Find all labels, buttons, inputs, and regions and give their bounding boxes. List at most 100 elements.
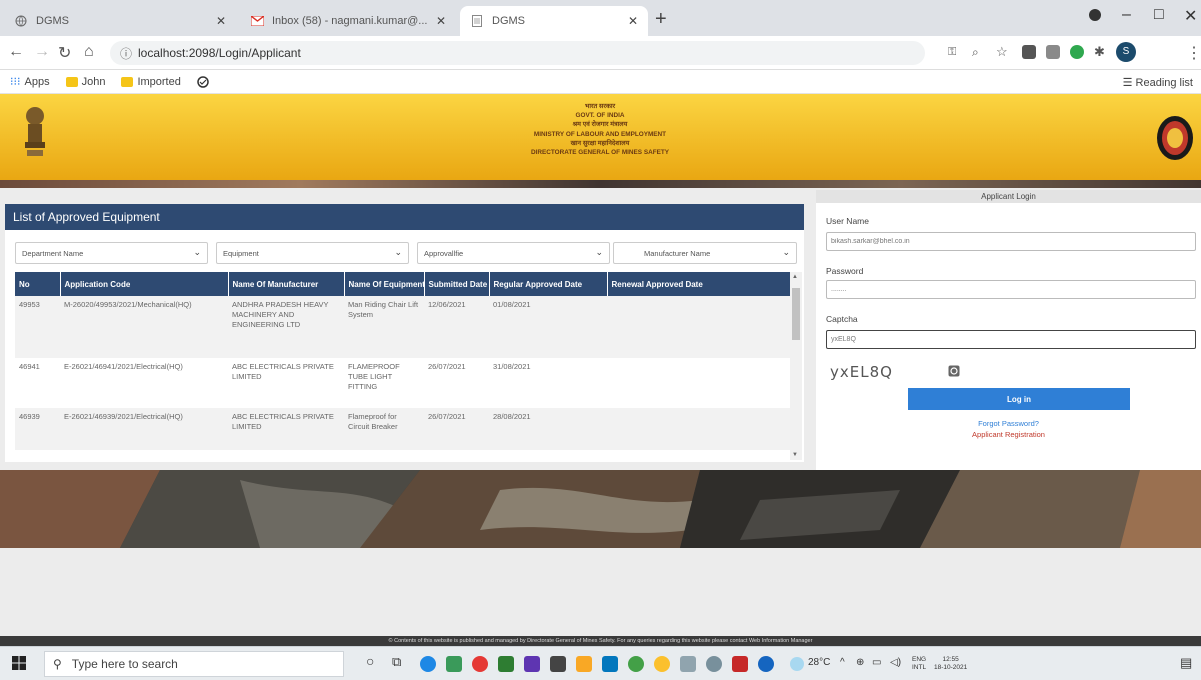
- department-select[interactable]: Department Name ⌄: [15, 242, 208, 264]
- equipment-table-container[interactable]: No Application Code Name Of Manufacturer…: [15, 272, 802, 460]
- header-banner: भारत सरकार GOVT. OF INDIA श्रम एवं रोजगा…: [0, 94, 1201, 180]
- bookmark-john[interactable]: John: [65, 76, 105, 88]
- url-input[interactable]: [138, 46, 639, 60]
- bookmark-imported[interactable]: Imported: [121, 76, 181, 88]
- chrome-icon[interactable]: [654, 656, 670, 672]
- column-header[interactable]: Renewal Approved Date: [607, 272, 791, 296]
- forgot-password-link[interactable]: Forgot Password?: [816, 419, 1201, 428]
- profile-avatar[interactable]: S: [1116, 42, 1136, 62]
- windows-start-icon[interactable]: [12, 656, 26, 670]
- browser-tab-1[interactable]: DGMS ✕: [4, 6, 236, 36]
- minimize-icon[interactable]: –: [1122, 6, 1131, 24]
- browser-tabstrip: DGMS ✕ Inbox (58) - nagmani.kumar@... ✕ …: [0, 0, 1201, 36]
- file-explorer-icon[interactable]: [576, 656, 592, 672]
- table-row[interactable]: 49953 M-26020/49953/2021/Mechanical(HQ) …: [15, 296, 790, 358]
- globe-icon: [14, 14, 28, 28]
- reload-icon[interactable]: ↻: [58, 43, 71, 63]
- visual-studio-icon[interactable]: [524, 656, 540, 672]
- table-row[interactable]: 46939 E-26021/46939/2021/Electrical(HQ) …: [15, 408, 790, 450]
- chevron-down-icon: ⌄: [595, 247, 603, 257]
- login-button[interactable]: Log in: [908, 388, 1130, 410]
- back-icon[interactable]: ←: [8, 43, 24, 61]
- scrollbar-thumb[interactable]: [792, 288, 800, 340]
- tab-search-icon[interactable]: [1088, 8, 1102, 27]
- app-icon[interactable]: [732, 656, 748, 672]
- refresh-captcha-icon[interactable]: [948, 365, 960, 377]
- cortana-icon[interactable]: ○: [366, 653, 374, 669]
- column-header[interactable]: Regular Approved Date: [489, 272, 608, 296]
- store-icon[interactable]: [550, 656, 566, 672]
- maximize-icon[interactable]: □: [1154, 6, 1164, 24]
- column-header[interactable]: Name Of Equipment: [344, 272, 425, 296]
- column-header[interactable]: No: [15, 272, 61, 296]
- settings-icon[interactable]: [706, 656, 722, 672]
- home-icon[interactable]: ⌂: [84, 43, 94, 61]
- weather-icon[interactable]: [790, 657, 804, 671]
- edge-icon[interactable]: [420, 656, 436, 672]
- window-close-icon[interactable]: ✕: [1184, 6, 1197, 26]
- address-bar[interactable]: ⓘ: [110, 41, 925, 65]
- close-icon[interactable]: ✕: [628, 14, 638, 28]
- key-icon[interactable]: ⚿: [948, 46, 956, 59]
- task-view-icon[interactable]: ⧉: [392, 654, 401, 670]
- site-icon: [197, 75, 209, 88]
- app-icon[interactable]: [472, 656, 488, 672]
- bookmark-apps[interactable]: ⁝⁝⁝ Apps: [10, 75, 50, 89]
- password-label: Password: [826, 266, 864, 276]
- site-footer: © Contents of this website is published …: [0, 636, 1201, 646]
- language-indicator[interactable]: ENG INTL: [912, 656, 926, 672]
- browser-tab-2[interactable]: Inbox (58) - nagmani.kumar@... ✕: [240, 6, 456, 36]
- browser-tab-3[interactable]: DGMS ✕: [460, 6, 648, 36]
- table-scrollbar[interactable]: ▲ ▼: [790, 272, 802, 460]
- column-header[interactable]: Application Code: [60, 272, 229, 296]
- weather-temp[interactable]: 28°C: [808, 657, 830, 668]
- manufacturer-select[interactable]: Manufacturer Name ⌄: [613, 242, 797, 264]
- ministry-title: भारत सरकार GOVT. OF INDIA श्रम एवं रोजगा…: [530, 103, 670, 157]
- notification-icon[interactable]: ▤: [1180, 655, 1192, 671]
- taskbar-search[interactable]: ⚲ Type here to search: [44, 651, 344, 677]
- approved-equipment-panel: List of Approved Equipment Department Na…: [5, 204, 804, 462]
- volume-icon[interactable]: ◁): [890, 657, 901, 668]
- scroll-up-icon[interactable]: ▲: [792, 274, 798, 280]
- zoom-icon[interactable]: ⌕: [972, 45, 979, 60]
- clock[interactable]: 12:55 18-10-2021: [934, 656, 967, 672]
- app-icon[interactable]: [680, 656, 696, 672]
- excel-icon[interactable]: [498, 656, 514, 672]
- reading-list[interactable]: ☰ Reading list: [1123, 76, 1193, 89]
- page-icon: [470, 14, 484, 28]
- mail-icon[interactable]: [602, 656, 618, 672]
- extension-icon[interactable]: [1046, 45, 1060, 59]
- column-header[interactable]: Submitted Date: [424, 272, 490, 296]
- equipment-select[interactable]: Equipment ⌄: [216, 242, 409, 264]
- username-field[interactable]: [826, 232, 1196, 251]
- puzzle-icon[interactable]: ✱: [1094, 44, 1105, 60]
- forward-icon[interactable]: →: [34, 43, 50, 61]
- star-icon[interactable]: ☆: [996, 44, 1008, 60]
- battery-icon[interactable]: ▭: [872, 657, 881, 668]
- extension-icon[interactable]: [1070, 45, 1084, 59]
- extension-icon[interactable]: [1022, 45, 1036, 59]
- folder-icon: [121, 76, 134, 87]
- captcha-label: Captcha: [826, 314, 858, 324]
- new-tab-icon[interactable]: +: [655, 8, 667, 31]
- captcha-input[interactable]: [826, 330, 1196, 349]
- menu-icon[interactable]: ⋮: [1186, 43, 1201, 63]
- table-row[interactable]: 46941 E-26021/46941/2021/Electrical(HQ) …: [15, 358, 790, 408]
- close-icon[interactable]: ✕: [216, 14, 226, 28]
- reading-list-icon: ☰: [1122, 77, 1133, 89]
- tray-chevron-icon[interactable]: ^: [840, 657, 845, 668]
- applicant-login-panel: Applicant Login User Name Password Captc…: [816, 190, 1201, 470]
- info-icon[interactable]: ⓘ: [120, 45, 132, 62]
- app-icon[interactable]: [446, 656, 462, 672]
- bookmark-site[interactable]: [197, 75, 209, 88]
- close-icon[interactable]: ✕: [436, 14, 446, 28]
- login-heading: Applicant Login: [816, 190, 1201, 203]
- password-field[interactable]: [826, 280, 1196, 299]
- app-icon[interactable]: [758, 656, 774, 672]
- approval-file-select[interactable]: Approvallfie ⌄: [417, 242, 610, 264]
- network-icon[interactable]: ⊕: [856, 657, 864, 668]
- scroll-down-icon[interactable]: ▼: [792, 452, 798, 458]
- column-header[interactable]: Name Of Manufacturer: [228, 272, 345, 296]
- applicant-registration-link[interactable]: Applicant Registration: [816, 430, 1201, 439]
- app-icon[interactable]: [628, 656, 644, 672]
